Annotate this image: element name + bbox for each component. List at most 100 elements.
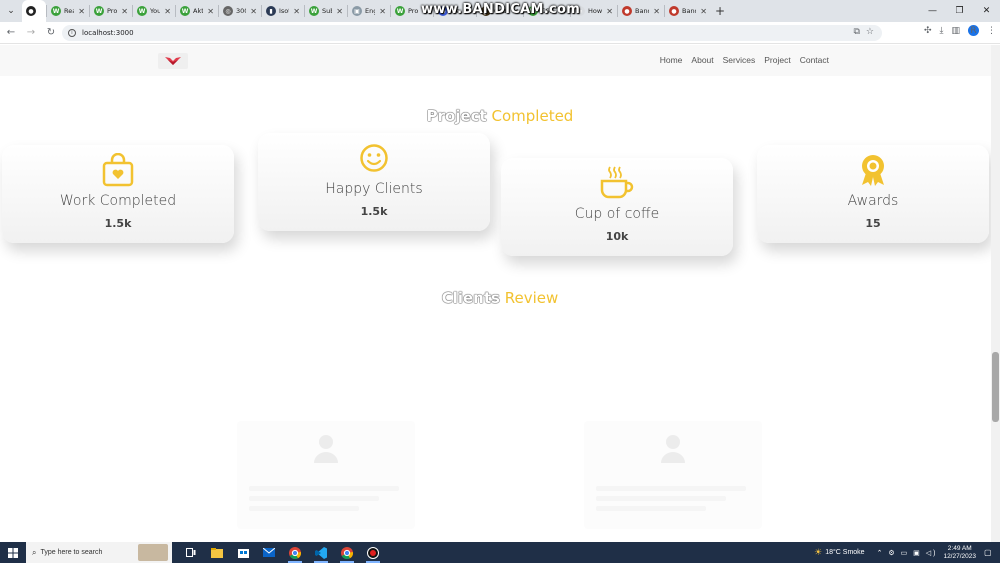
page-viewport: Home About Services Project Contact Project …	[0, 45, 1000, 542]
reload-icon[interactable]: ↻	[42, 24, 60, 42]
profile-avatar[interactable]: R	[968, 25, 979, 36]
task-view-icon[interactable]	[178, 542, 204, 563]
forward-icon[interactable]: →	[22, 24, 40, 42]
browser-tab[interactable]: ●Bandic ✕	[618, 0, 664, 22]
review-text-placeholder	[596, 486, 746, 491]
taskbar-search[interactable]: ⌕ Type here to search	[26, 542, 172, 563]
recording-watermark: www.BANDICAM.com	[421, 2, 581, 17]
tab-title: Akt	[193, 7, 204, 15]
scrollbar-thumb[interactable]	[992, 352, 999, 422]
tab-close-icon[interactable]: ✕	[121, 7, 128, 16]
search-placeholder: Type here to search	[40, 549, 103, 556]
back-icon[interactable]: ←	[2, 24, 20, 42]
tab-title: Eng	[365, 7, 376, 15]
nav-link-home[interactable]: Home	[660, 55, 683, 65]
chrome-profile-icon[interactable]	[334, 542, 360, 563]
tab-favicon-icon: W	[51, 6, 61, 16]
nav-link-services[interactable]: Services	[723, 55, 756, 65]
stat-card-happy-clients: Happy Clients 1.5k	[258, 133, 490, 231]
install-app-icon[interactable]: ⧉	[853, 27, 859, 37]
browser-tab[interactable]: W Rea ✕	[47, 0, 89, 22]
tab-close-icon[interactable]: ✕	[164, 7, 171, 16]
taskbar-clock[interactable]: 2:49 AM 12/27/2023	[943, 545, 976, 561]
side-panel-icon[interactable]: ▥	[951, 26, 960, 36]
tab-title: Rea	[64, 7, 75, 15]
tab-title: Pro	[107, 7, 118, 15]
tab-close-icon[interactable]: ✕	[379, 7, 386, 16]
notification-icon[interactable]: ▢	[984, 548, 1000, 557]
stat-label: Work Completed	[59, 193, 177, 209]
minimize-icon[interactable]: —	[919, 0, 946, 22]
browser-tab[interactable]: ●Bandic ✕	[665, 0, 711, 22]
stat-card-work-completed: Work Completed 1.5k	[2, 145, 234, 243]
tab-active[interactable]: ●	[22, 0, 46, 22]
browser-tab[interactable]: W Pro ✕	[90, 0, 132, 22]
tab-favicon-icon: ●	[669, 6, 679, 16]
extensions-icon[interactable]: ✣	[924, 26, 932, 36]
windows-start-button[interactable]	[0, 542, 26, 563]
browser-tab[interactable]: ◎300 ✕	[219, 0, 261, 22]
bookmark-star-icon[interactable]: ☆	[866, 27, 874, 37]
tab-favicon-icon: ●	[622, 6, 632, 16]
url-text[interactable]: localhost:3000	[82, 29, 134, 37]
close-window-icon[interactable]: ✕	[973, 0, 1000, 22]
clock-time: 2:49 AM	[947, 544, 972, 552]
tab-close-icon[interactable]: ✕	[250, 7, 257, 16]
browser-menu-icon[interactable]: ⋮	[987, 26, 996, 36]
tab-close-icon[interactable]: ✕	[207, 7, 214, 16]
tab-close-icon[interactable]: ✕	[336, 7, 343, 16]
tab-close-icon[interactable]: ✕	[78, 7, 85, 16]
browser-tab[interactable]: ▮Isot ✕	[262, 0, 304, 22]
tab-favicon-icon: ◎	[223, 6, 233, 16]
browser-tab[interactable]: W Akt ✕	[176, 0, 218, 22]
windows-taskbar: ⌕ Type here to search ☀ 18°C Smoke ⌃ ⚙ ▭…	[0, 542, 1000, 563]
user-avatar-icon	[661, 435, 685, 463]
clock-date: 12/27/2023	[943, 552, 976, 560]
tab-favicon-icon: ▣	[352, 6, 362, 16]
review-text-placeholder	[596, 506, 706, 511]
browser-toolbar: ← → ↻ i localhost:3000 ⧉ ☆ ✣ ⤓ ▥ R ⋮	[0, 22, 1000, 44]
chrome-icon[interactable]	[282, 542, 308, 563]
nav-link-project[interactable]: Project	[764, 55, 790, 65]
address-bar[interactable]: i localhost:3000 ⧉ ☆	[62, 25, 882, 41]
bandicam-record-icon[interactable]	[360, 542, 386, 563]
active-tab-icon: ●	[26, 6, 36, 16]
tray-icons[interactable]: ⌃ ⚙ ▭ ▣ ◁)	[877, 549, 938, 557]
stat-card-awards: Awards 15	[757, 145, 989, 243]
tab-title: 300	[236, 7, 246, 15]
weather-widget[interactable]: ☀ 18°C Smoke	[814, 547, 864, 558]
vscode-icon[interactable]	[308, 542, 334, 563]
tab-close-icon[interactable]: ✕	[606, 7, 613, 16]
page-scrollbar[interactable]	[991, 45, 1000, 542]
new-tab-icon[interactable]: +	[715, 4, 725, 18]
review-text-placeholder	[249, 496, 379, 501]
site-navbar: Home About Services Project Contact	[0, 45, 1000, 76]
stat-card-cup-of-coffe: Cup of coffe 10k	[501, 158, 733, 256]
stat-value: 10k	[605, 230, 629, 243]
stat-label: Awards	[847, 193, 899, 209]
nav-link-contact[interactable]: Contact	[800, 55, 829, 65]
browser-tab[interactable]: WSub ✕	[305, 0, 347, 22]
browser-tab[interactable]: W You ✕	[133, 0, 175, 22]
system-tray: ☀ 18°C Smoke ⌃ ⚙ ▭ ▣ ◁) 2:49 AM 12/27/20…	[814, 542, 1000, 563]
omnibox-actions: ⧉ ☆	[853, 27, 874, 37]
file-explorer-icon[interactable]	[204, 542, 230, 563]
browser-tab[interactable]: ▣ Eng ✕	[348, 0, 390, 22]
store-icon[interactable]	[230, 542, 256, 563]
site-info-icon[interactable]: i	[68, 29, 76, 37]
tab-search-button[interactable]: ⌄	[0, 0, 22, 22]
tab-title: You	[150, 7, 161, 15]
download-icon[interactable]: ⤓	[940, 26, 944, 36]
tab-title: Sub	[322, 7, 332, 15]
tab-close-icon[interactable]: ✕	[700, 7, 707, 16]
mail-icon[interactable]	[256, 542, 282, 563]
tab-favicon-icon: W	[309, 6, 319, 16]
tab-close-icon[interactable]: ✕	[293, 7, 300, 16]
restore-icon[interactable]: ❐	[946, 0, 973, 22]
tab-favicon-icon: ▮	[266, 6, 276, 16]
tab-close-icon[interactable]: ✕	[653, 7, 660, 16]
review-text-placeholder	[249, 506, 359, 511]
site-logo[interactable]	[158, 53, 188, 69]
nav-link-about[interactable]: About	[691, 55, 713, 65]
browser-tab-strip: ⌄ ● WRea✕WPro✕WYou✕WAkt✕◎300✕▮Isot✕WSub✕…	[0, 0, 1000, 22]
